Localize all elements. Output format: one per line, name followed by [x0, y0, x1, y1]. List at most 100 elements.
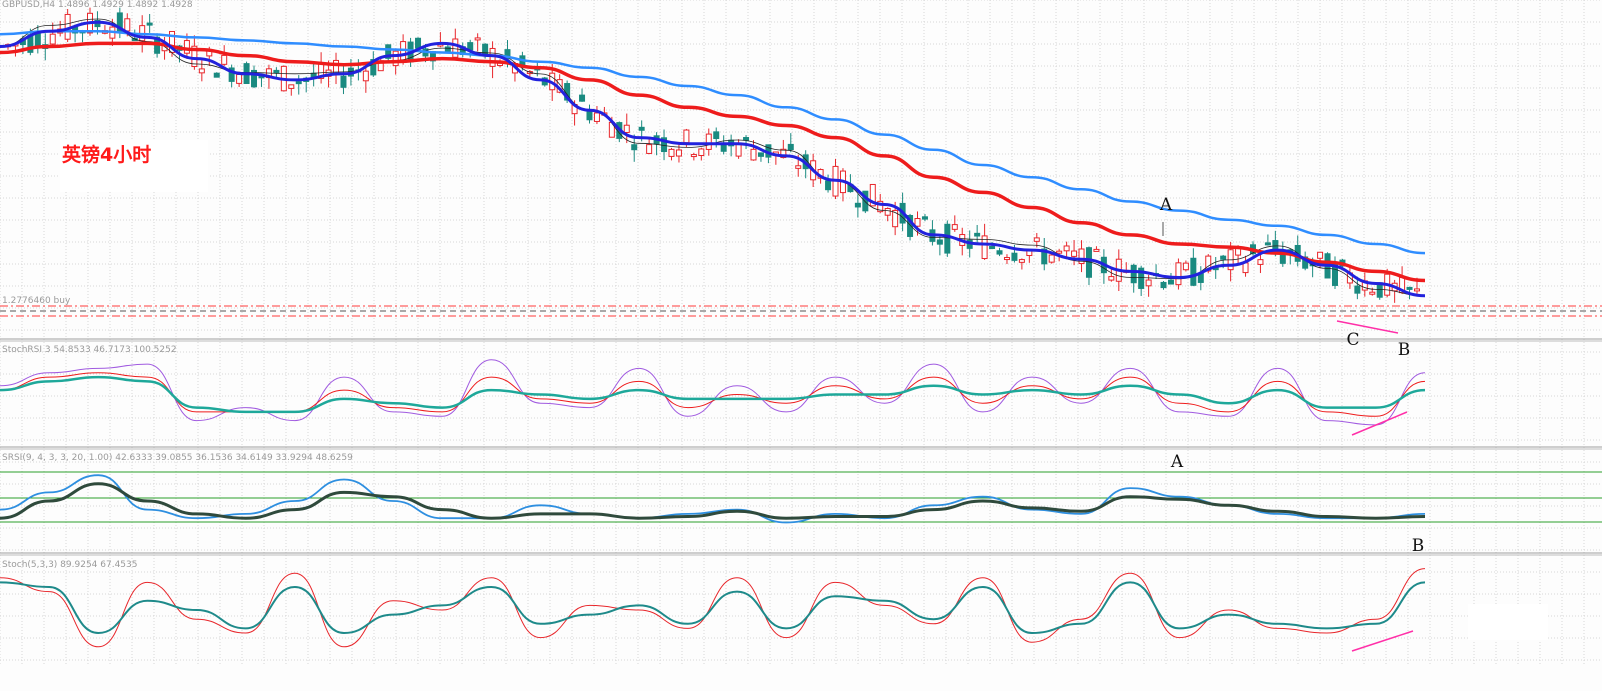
candle-body [452, 38, 459, 58]
candle-body [1011, 252, 1018, 261]
chart-title: 英镑4小时 [62, 144, 152, 166]
candle-body [415, 37, 422, 49]
candle-body [183, 40, 190, 54]
candle-body [221, 54, 228, 65]
candle-body [750, 148, 757, 161]
divergence-line-stoch [1351, 630, 1414, 652]
candle-body [936, 239, 943, 245]
candle-body [213, 72, 220, 78]
price-line-label: 1.2776460 buy [2, 296, 71, 306]
chart-window[interactable]: GBPUSD,H4 1.4896 1.4929 1.4892 1.4928 1.2… [0, 0, 1602, 691]
candle-body [586, 109, 593, 121]
candle-body [1145, 279, 1152, 287]
label-rsi-a: A [1170, 452, 1184, 472]
srsi-label: SRSI(9, 4, 3, 3, 20, 1.00) 42.6333 39.08… [2, 453, 353, 463]
candle-body [757, 152, 764, 157]
candle-body [668, 148, 675, 157]
candle-body [1130, 264, 1137, 284]
candle-body [1167, 279, 1174, 285]
chart-canvas[interactable]: GBPUSD,H4 1.4896 1.4929 1.4892 1.4928 1.2… [0, 0, 1602, 691]
candle-body [1003, 257, 1010, 261]
candle-body [1093, 248, 1100, 252]
series-ema-fast [0, 20, 1426, 298]
label-main-a: A [1159, 195, 1173, 215]
candle-body [638, 126, 645, 131]
candle-body [884, 208, 891, 216]
candle-body [914, 218, 921, 227]
candle-body [1071, 250, 1078, 257]
candle-body [720, 144, 727, 152]
stoch-series-signal [0, 581, 1426, 635]
candle-body [362, 70, 369, 82]
candle-body [1018, 259, 1025, 263]
candle-body [631, 144, 638, 151]
candle-body [236, 74, 243, 84]
candle-body [474, 37, 481, 41]
candle-body [921, 216, 928, 220]
candle-body [340, 75, 347, 88]
candle-body [288, 84, 295, 89]
candle-body [198, 68, 205, 74]
candle-body [1406, 286, 1413, 290]
stochrsi-series-fast [0, 359, 1426, 426]
candle-body [489, 47, 496, 67]
candle-body [1317, 251, 1324, 259]
stochrsi-label: StochRSI 3 54.8533 46.7173 100.5252 [2, 345, 177, 355]
candle-body [1369, 291, 1376, 295]
candle-body [1242, 262, 1249, 274]
candle-body [1160, 281, 1167, 289]
candle-body [1175, 262, 1182, 286]
candle-body [705, 133, 712, 150]
candle-body [951, 224, 958, 230]
candle-body [795, 165, 802, 169]
candle-body [698, 148, 705, 156]
label-rsi-b: B [1412, 536, 1425, 556]
series-ema-mid [0, 41, 1426, 283]
candle-body [146, 22, 153, 26]
candle-body [1182, 262, 1189, 271]
candle-body [743, 137, 750, 141]
grid [0, 0, 1602, 664]
candle-body [1264, 242, 1271, 246]
candle-body [787, 143, 794, 151]
srsi [0, 474, 1426, 524]
candle-body [1257, 259, 1264, 265]
candle-body [996, 250, 1003, 255]
candle-body [1048, 254, 1055, 263]
candle-body [690, 154, 697, 158]
stochrsi [0, 359, 1426, 426]
candle-body [1414, 288, 1420, 292]
candle-body [1056, 250, 1063, 254]
candle-body [944, 223, 951, 254]
candle-body [974, 232, 981, 237]
candle-body [124, 18, 131, 32]
candle-body [295, 81, 302, 85]
candle-body [1220, 255, 1227, 260]
candle-body [1108, 276, 1115, 281]
candle-body [989, 245, 996, 249]
candle-body [1033, 237, 1040, 242]
candle-body [825, 180, 832, 191]
candle-body [683, 129, 690, 144]
symbol-info: GBPUSD,H4 1.4896 1.4929 1.4892 1.4928 [2, 0, 193, 10]
stoch [0, 568, 1426, 648]
blank-patch [1468, 604, 1548, 640]
candle-body [273, 69, 280, 74]
candle-body [675, 149, 682, 157]
candle-body [1190, 257, 1197, 286]
candle-body [49, 33, 56, 45]
candle-body [623, 124, 630, 133]
stoch-label: Stoch(5,3,3) 89.9254 67.4535 [2, 560, 137, 570]
label-main-b: B [1398, 340, 1411, 360]
candle-body [579, 94, 586, 102]
candle-body [646, 144, 653, 154]
candle-body [1063, 245, 1070, 252]
candle-body [713, 131, 720, 139]
label-main-c: C [1346, 330, 1359, 350]
candle-body [735, 143, 742, 157]
stochrsi-series-slow [0, 375, 1426, 414]
candle-body [854, 202, 861, 208]
srsi-series-slow [0, 482, 1426, 520]
candle-body [1354, 285, 1361, 294]
candle-body [593, 112, 600, 122]
